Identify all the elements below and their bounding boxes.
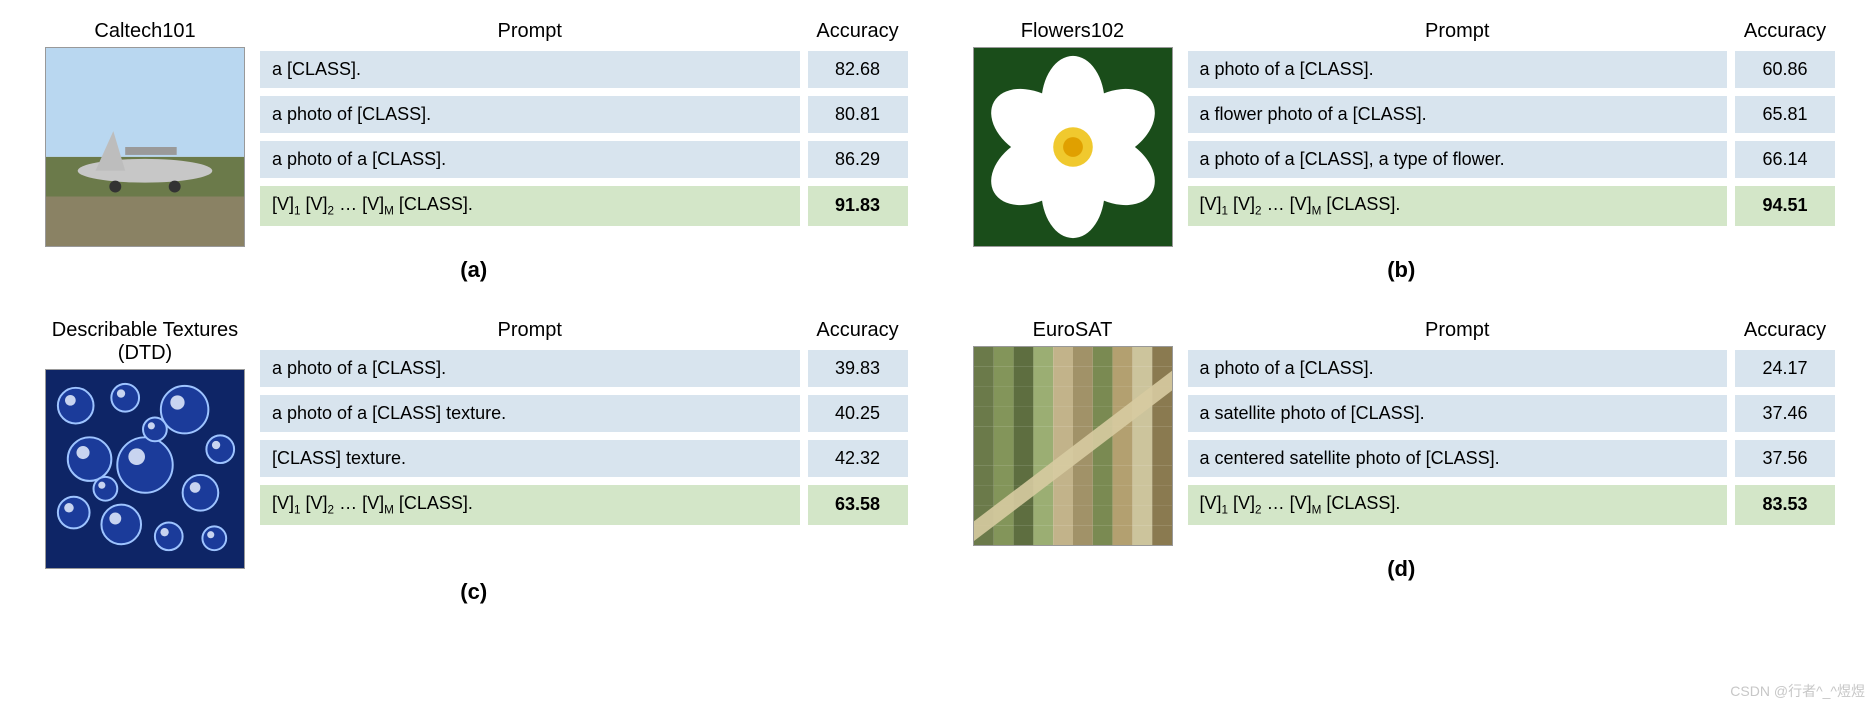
accuracy-cell: 37.56 [1735, 440, 1835, 477]
prompt-cell: [V]1 [V]2 … [V]M [CLASS]. [260, 485, 800, 525]
dataset-title: Caltech101 [94, 20, 195, 43]
panel-b: Flowers102 Prompt Accuracy a photo of a [C… [968, 20, 1836, 283]
table-row: a photo of a [CLASS].39.83 [260, 350, 908, 387]
dataset-title: EuroSAT [1033, 319, 1113, 342]
prompt-cell: a photo of a [CLASS]. [1188, 350, 1728, 387]
prompt-cell: a [CLASS]. [260, 51, 800, 88]
panel-c: Describable Textures (DTD) Prompt Accurac… [40, 319, 908, 605]
accuracy-cell: 42.32 [808, 440, 908, 477]
accuracy-cell: 82.68 [808, 51, 908, 88]
prompt-cell: [V]1 [V]2 … [V]M [CLASS]. [1188, 186, 1728, 226]
accuracy-cell: 86.29 [808, 141, 908, 178]
table-row: a photo of a [CLASS].60.86 [1188, 51, 1836, 88]
column-header-prompt: Prompt [260, 319, 800, 342]
panel-a: Caltech101 Prompt Accuracy a [CLASS].82.68… [40, 20, 908, 283]
column-header-prompt: Prompt [260, 20, 800, 43]
bubbles-image [45, 369, 245, 569]
panel-label: (b) [968, 257, 1836, 283]
prompt-cell: [V]1 [V]2 … [V]M [CLASS]. [1188, 485, 1728, 525]
column-header-prompt: Prompt [1188, 20, 1728, 43]
table-row: a photo of a [CLASS], a type of flower.6… [1188, 141, 1836, 178]
table-row: a satellite photo of [CLASS].37.46 [1188, 395, 1836, 432]
table-row: a photo of [CLASS].80.81 [260, 96, 908, 133]
column-header-accuracy: Accuracy [808, 20, 908, 43]
accuracy-cell: 91.83 [808, 186, 908, 226]
accuracy-cell: 83.53 [1735, 485, 1835, 525]
airplane-image [45, 47, 245, 247]
column-header-accuracy: Accuracy [808, 319, 908, 342]
panel-label: (d) [968, 556, 1836, 582]
satellite-image [973, 346, 1173, 546]
dataset-title: Flowers102 [1021, 20, 1124, 43]
accuracy-cell: 39.83 [808, 350, 908, 387]
figure-grid: Caltech101 Prompt Accuracy a [CLASS].82.68… [40, 20, 1835, 605]
prompt-cell: a satellite photo of [CLASS]. [1188, 395, 1728, 432]
table-row: [V]1 [V]2 … [V]M [CLASS].63.58 [260, 485, 908, 525]
table-row: a [CLASS].82.68 [260, 51, 908, 88]
column-header-accuracy: Accuracy [1735, 319, 1835, 342]
flower-image [973, 47, 1173, 247]
accuracy-cell: 80.81 [808, 96, 908, 133]
accuracy-cell: 24.17 [1735, 350, 1835, 387]
column-header-accuracy: Accuracy [1735, 20, 1835, 43]
prompt-cell: a photo of a [CLASS], a type of flower. [1188, 141, 1728, 178]
table-row: a photo of a [CLASS].24.17 [1188, 350, 1836, 387]
prompt-cell: a flower photo of a [CLASS]. [1188, 96, 1728, 133]
table-row: [V]1 [V]2 … [V]M [CLASS].94.51 [1188, 186, 1836, 226]
prompt-cell: [V]1 [V]2 … [V]M [CLASS]. [260, 186, 800, 226]
panel-label: (c) [40, 579, 908, 605]
dataset-title: Describable Textures (DTD) [40, 319, 250, 365]
prompt-cell: a photo of a [CLASS]. [260, 350, 800, 387]
panel-label: (a) [40, 257, 908, 283]
accuracy-cell: 94.51 [1735, 186, 1835, 226]
panel-d: EuroSAT Prompt Accuracy a photo of a [CLAS… [968, 319, 1836, 605]
table-row: a centered satellite photo of [CLASS].37… [1188, 440, 1836, 477]
table-row: [CLASS] texture.42.32 [260, 440, 908, 477]
accuracy-cell: 60.86 [1735, 51, 1835, 88]
column-header-prompt: Prompt [1188, 319, 1728, 342]
accuracy-cell: 37.46 [1735, 395, 1835, 432]
accuracy-cell: 66.14 [1735, 141, 1835, 178]
table-row: a flower photo of a [CLASS].65.81 [1188, 96, 1836, 133]
watermark: CSDN @行者^_^煜煜 [1730, 681, 1865, 701]
table-row: a photo of a [CLASS].86.29 [260, 141, 908, 178]
table-row: [V]1 [V]2 … [V]M [CLASS].83.53 [1188, 485, 1836, 525]
table-row: [V]1 [V]2 … [V]M [CLASS].91.83 [260, 186, 908, 226]
prompt-cell: a photo of a [CLASS]. [1188, 51, 1728, 88]
prompt-cell: a photo of a [CLASS]. [260, 141, 800, 178]
accuracy-cell: 40.25 [808, 395, 908, 432]
accuracy-cell: 65.81 [1735, 96, 1835, 133]
prompt-cell: [CLASS] texture. [260, 440, 800, 477]
prompt-cell: a photo of a [CLASS] texture. [260, 395, 800, 432]
accuracy-cell: 63.58 [808, 485, 908, 525]
prompt-cell: a centered satellite photo of [CLASS]. [1188, 440, 1728, 477]
prompt-cell: a photo of [CLASS]. [260, 96, 800, 133]
table-row: a photo of a [CLASS] texture.40.25 [260, 395, 908, 432]
